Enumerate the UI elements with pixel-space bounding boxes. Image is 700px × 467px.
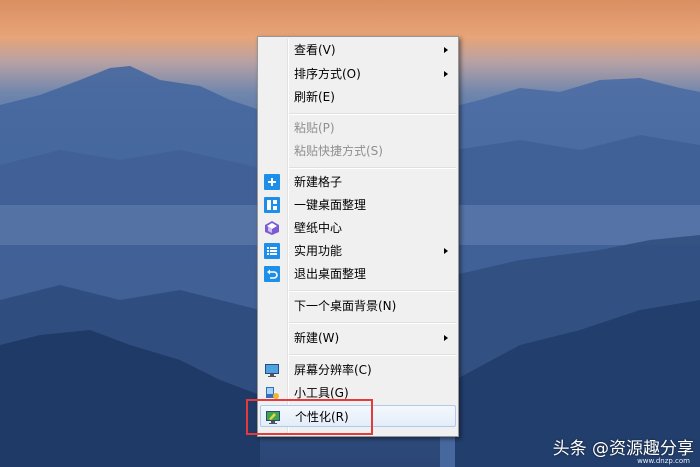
menu-item-label: 一键桌面整理 bbox=[294, 198, 367, 212]
menu-item-label: 实用功能 bbox=[294, 244, 343, 258]
menu-item-label: 退出桌面整理 bbox=[294, 267, 367, 281]
menu-item-screen-resolution[interactable]: 屏幕分辨率(C) bbox=[260, 359, 456, 381]
menu-item-label: 刷新(E) bbox=[294, 90, 335, 104]
menu-item-view[interactable]: 查看(V) bbox=[260, 39, 456, 61]
desktop-context-menu: 查看(V) 排序方式(O) 刷新(E) 粘贴(P) 粘贴快捷方式(S) 新建格子 bbox=[257, 36, 459, 437]
menu-item-label: 屏幕分辨率(C) bbox=[294, 363, 372, 377]
menu-item-label: 查看(V) bbox=[294, 43, 336, 57]
submenu-arrow-icon bbox=[444, 47, 448, 53]
submenu-arrow-icon bbox=[444, 71, 448, 77]
menu-item-new[interactable]: 新建(W) bbox=[260, 327, 456, 349]
monitor-icon bbox=[264, 362, 280, 378]
menu-item-organize-desktop[interactable]: 一键桌面整理 bbox=[260, 194, 456, 216]
watermark-text: 头条 @资源趣分享 bbox=[552, 439, 694, 459]
plus-icon bbox=[264, 174, 280, 190]
annotation-highlight-box bbox=[246, 399, 373, 435]
menu-item-label: 粘贴快捷方式(S) bbox=[294, 144, 383, 158]
watermark-url: www.dnzp.com bbox=[637, 457, 690, 465]
menu-item-exit-organize[interactable]: 退出桌面整理 bbox=[260, 263, 456, 285]
menu-item-next-background[interactable]: 下一个桌面背景(N) bbox=[260, 295, 456, 317]
menu-item-paste[interactable]: 粘贴(P) bbox=[260, 117, 456, 139]
menu-item-label: 粘贴(P) bbox=[294, 121, 335, 135]
menu-separator bbox=[289, 167, 456, 169]
undo-icon bbox=[264, 266, 280, 282]
menu-separator bbox=[289, 322, 456, 324]
menu-item-label: 下一个桌面背景(N) bbox=[294, 299, 397, 313]
menu-item-label: 新建(W) bbox=[294, 331, 340, 345]
menu-separator bbox=[289, 290, 456, 292]
menu-item-wallpaper-center[interactable]: 壁纸中心 bbox=[260, 217, 456, 239]
menu-item-label: 壁纸中心 bbox=[294, 221, 343, 235]
cube-icon bbox=[264, 220, 280, 236]
desktop-wallpaper[interactable]: 查看(V) 排序方式(O) 刷新(E) 粘贴(P) 粘贴快捷方式(S) 新建格子 bbox=[0, 0, 700, 467]
submenu-arrow-icon bbox=[444, 335, 448, 341]
menu-item-utilities[interactable]: 实用功能 bbox=[260, 240, 456, 262]
menu-item-label: 排序方式(O) bbox=[294, 67, 361, 81]
menu-separator bbox=[289, 354, 456, 356]
menu-item-label: 新建格子 bbox=[294, 175, 343, 189]
submenu-arrow-icon bbox=[444, 248, 448, 254]
menu-item-paste-shortcut[interactable]: 粘贴快捷方式(S) bbox=[260, 140, 456, 162]
menu-item-refresh[interactable]: 刷新(E) bbox=[260, 86, 456, 108]
layout-icon bbox=[264, 197, 280, 213]
menu-item-new-fence[interactable]: 新建格子 bbox=[260, 171, 456, 193]
menu-separator bbox=[289, 113, 456, 115]
list-icon bbox=[264, 243, 280, 259]
menu-item-sort-by[interactable]: 排序方式(O) bbox=[260, 63, 456, 85]
